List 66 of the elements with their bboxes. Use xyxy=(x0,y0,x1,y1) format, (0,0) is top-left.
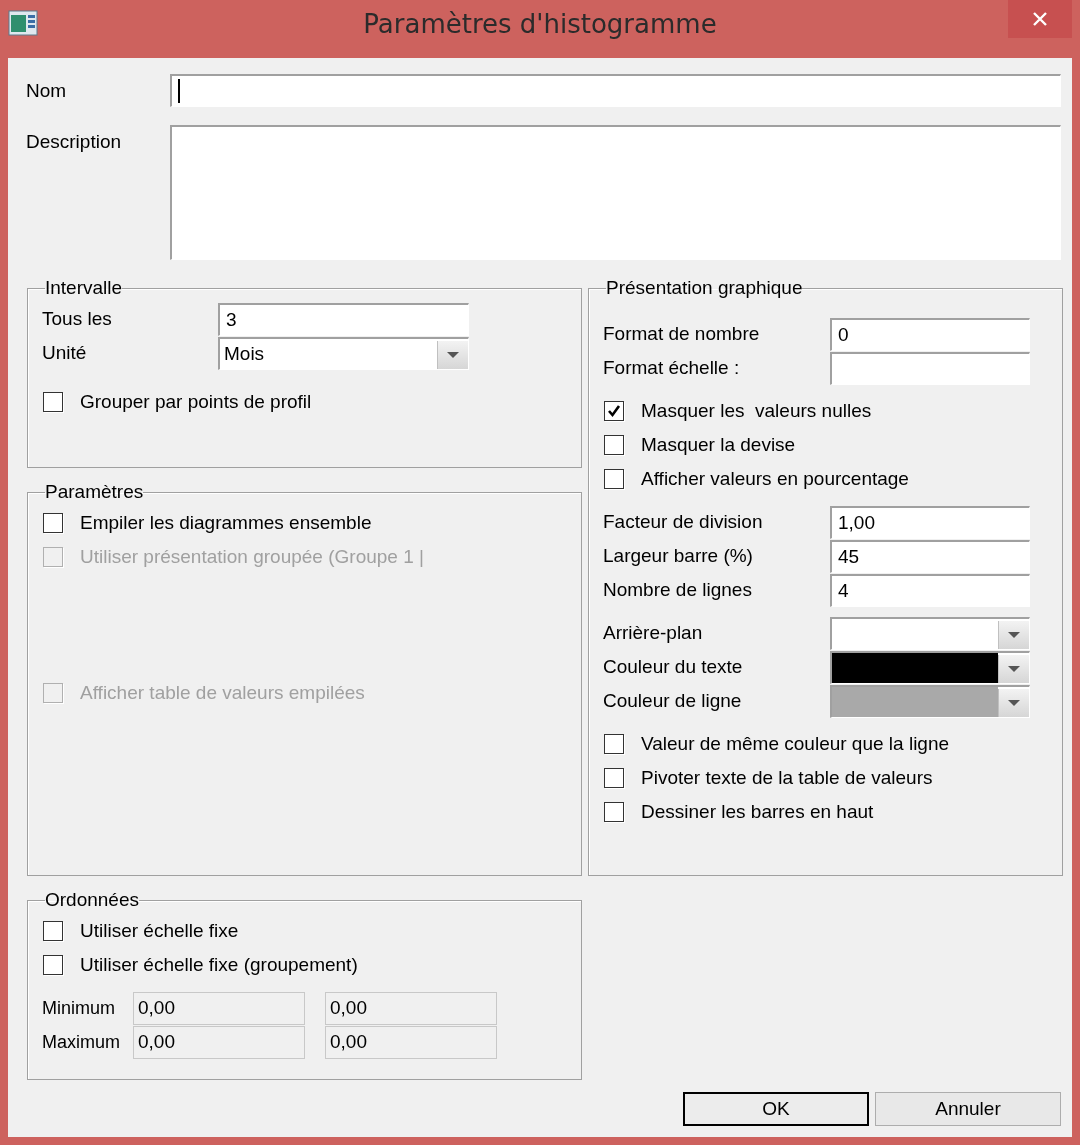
field-label: Couleur du texte xyxy=(603,656,744,678)
field-label: Description xyxy=(26,130,123,153)
checkbox-label: Pivoter texte de la table de valeurs xyxy=(641,767,933,789)
text-field[interactable]: 0,00 xyxy=(325,1025,497,1059)
checkbox-label: Empiler les diagrammes ensemble xyxy=(80,512,372,534)
field-label: Facteur de division xyxy=(603,511,764,533)
checkbox-label: Masquer les valeurs nulles xyxy=(641,400,872,422)
checkbox[interactable] xyxy=(43,955,63,975)
group-title: Présentation graphique xyxy=(606,278,803,298)
description-field[interactable] xyxy=(170,125,1061,260)
name-field[interactable] xyxy=(170,74,1061,107)
field-label: Minimum xyxy=(42,997,116,1019)
group-title: Ordonnées xyxy=(45,890,139,910)
field-label: Couleur de ligne xyxy=(603,690,743,712)
color-dropdown[interactable] xyxy=(830,684,1030,718)
text-field[interactable]: 0,00 xyxy=(133,1025,305,1059)
close-icon xyxy=(1032,11,1048,27)
text-field[interactable]: 45 xyxy=(830,539,1030,573)
field-label: Tous les xyxy=(42,308,113,330)
checkbox[interactable] xyxy=(604,401,624,421)
field-label: Format de nombre xyxy=(603,323,761,345)
checkbox[interactable] xyxy=(43,513,63,533)
field-label: Largeur barre (%) xyxy=(603,545,754,567)
checkbox-label: Masquer la devise xyxy=(641,434,796,456)
checkbox-label: Grouper par points de profil xyxy=(80,391,312,413)
dropdown-arrow-icon[interactable] xyxy=(1007,698,1021,707)
checkbox-label: Utiliser échelle fixe xyxy=(80,920,239,942)
dropdown-arrow-icon[interactable] xyxy=(1007,664,1021,673)
dialog-button[interactable]: Annuler xyxy=(875,1092,1061,1126)
checkbox[interactable] xyxy=(604,802,624,822)
text-field[interactable]: 0,00 xyxy=(325,991,497,1025)
checkbox[interactable] xyxy=(43,921,63,941)
checkbox[interactable] xyxy=(604,435,624,455)
field-label: Arrière-plan xyxy=(603,622,704,644)
text-field[interactable]: 1,00 xyxy=(830,505,1030,539)
dropdown[interactable]: Mois xyxy=(218,336,469,370)
checkbox-label: Dessiner les barres en haut xyxy=(641,801,874,823)
field-label: Nom xyxy=(26,79,68,102)
color-dropdown[interactable] xyxy=(830,616,1030,650)
color-dropdown[interactable] xyxy=(830,650,1030,684)
checkbox[interactable] xyxy=(43,392,63,412)
text-field[interactable]: 0 xyxy=(830,317,1030,351)
checkbox-label: Afficher valeurs en pourcentage xyxy=(641,468,909,490)
text-field[interactable]: 3 xyxy=(218,302,469,336)
window-title: Paramètres d'histogramme xyxy=(362,9,718,39)
checkbox-label: Afficher table de valeurs empilées xyxy=(80,682,365,704)
dialog-button[interactable]: OK xyxy=(683,1092,869,1126)
checkbox-label: Valeur de même couleur que la ligne xyxy=(641,733,950,755)
group-title: Paramètres xyxy=(45,482,144,502)
text-field[interactable]: 0,00 xyxy=(133,991,305,1025)
field-label: Maximum xyxy=(42,1031,121,1053)
group-title: Intervalle xyxy=(45,278,123,298)
dropdown-arrow-icon[interactable] xyxy=(446,350,460,359)
window-icon xyxy=(8,10,38,36)
checkbox[interactable] xyxy=(604,469,624,489)
text-field[interactable] xyxy=(830,351,1030,385)
field-label: Nombre de lignes xyxy=(603,579,753,601)
checkbox-label: Utiliser échelle fixe (groupement) xyxy=(80,954,358,976)
text-field[interactable]: 4 xyxy=(830,573,1030,607)
checkbox[interactable] xyxy=(604,734,624,754)
close-button[interactable] xyxy=(1008,0,1072,38)
dropdown-arrow-icon[interactable] xyxy=(1007,630,1021,639)
field-label: Unité xyxy=(42,342,88,364)
checkbox[interactable] xyxy=(604,768,624,788)
field-label: Format échelle : xyxy=(603,357,741,379)
checkbox-label: Utiliser présentation groupée (Groupe 1 | xyxy=(80,546,424,568)
